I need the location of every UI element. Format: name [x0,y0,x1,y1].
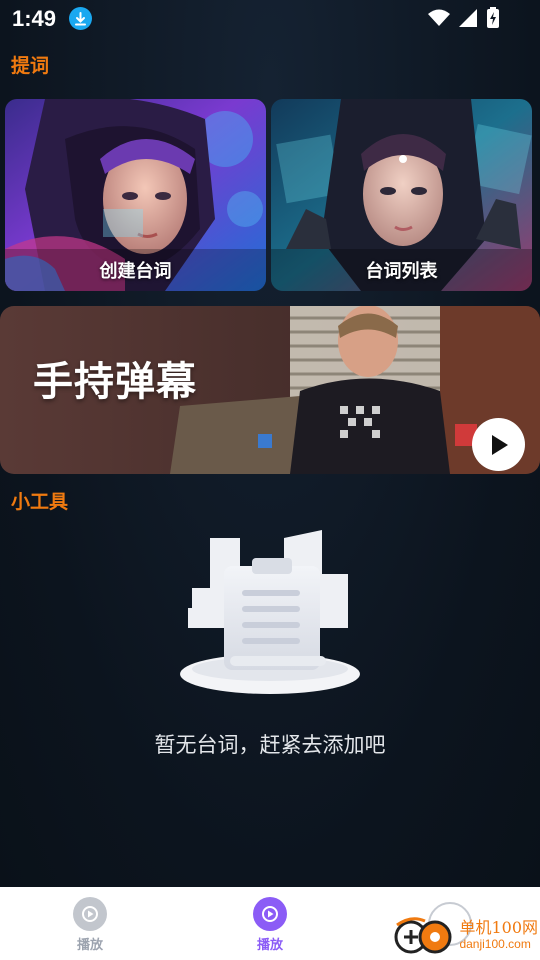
watermark-logo [394,917,452,954]
watermark-brand: 单机100网 [459,918,538,937]
banner-play-button[interactable] [472,418,525,471]
handheld-barrage-banner[interactable]: 手持弹幕 [0,306,540,474]
watermark-domain: danji100.com [459,937,531,951]
card-label-list: 台词列表 [365,261,438,281]
play-circle-icon [253,897,287,931]
empty-state-text: 暂无台词，赶紧去添加吧 [154,734,386,757]
section-title-prompts: 提词 [11,56,50,77]
card-label-create: 创建台词 [99,261,172,281]
nav-label: 播放 [76,937,103,952]
nav-item-play-1[interactable]: 播放 [60,897,120,953]
app-screen: 1:49 提词 创建台词 台词列表 手持弹幕 小工具 暂无台词，赶紧去添加吧 [0,0,540,887]
empty-state-icon [180,530,360,694]
wifi-icon [428,9,450,26]
signal-icon [459,9,477,27]
script-list-card[interactable]: 台词列表 [271,99,532,291]
nav-item-play-2[interactable]: 播放 [240,897,300,953]
watermark: 单机100网 danji100.com [391,915,538,955]
nav-label: 播放 [256,937,283,952]
play-icon [491,434,508,455]
section-title-tools: 小工具 [11,492,69,513]
banner-title: 手持弹幕 [33,360,197,404]
battery-icon [487,7,499,28]
download-icon [69,7,92,30]
status-time: 1:49 [12,6,57,31]
create-script-card[interactable]: 创建台词 [5,99,266,291]
play-circle-icon [73,897,107,931]
status-icons [428,7,500,29]
status-bar: 1:49 [0,0,540,40]
